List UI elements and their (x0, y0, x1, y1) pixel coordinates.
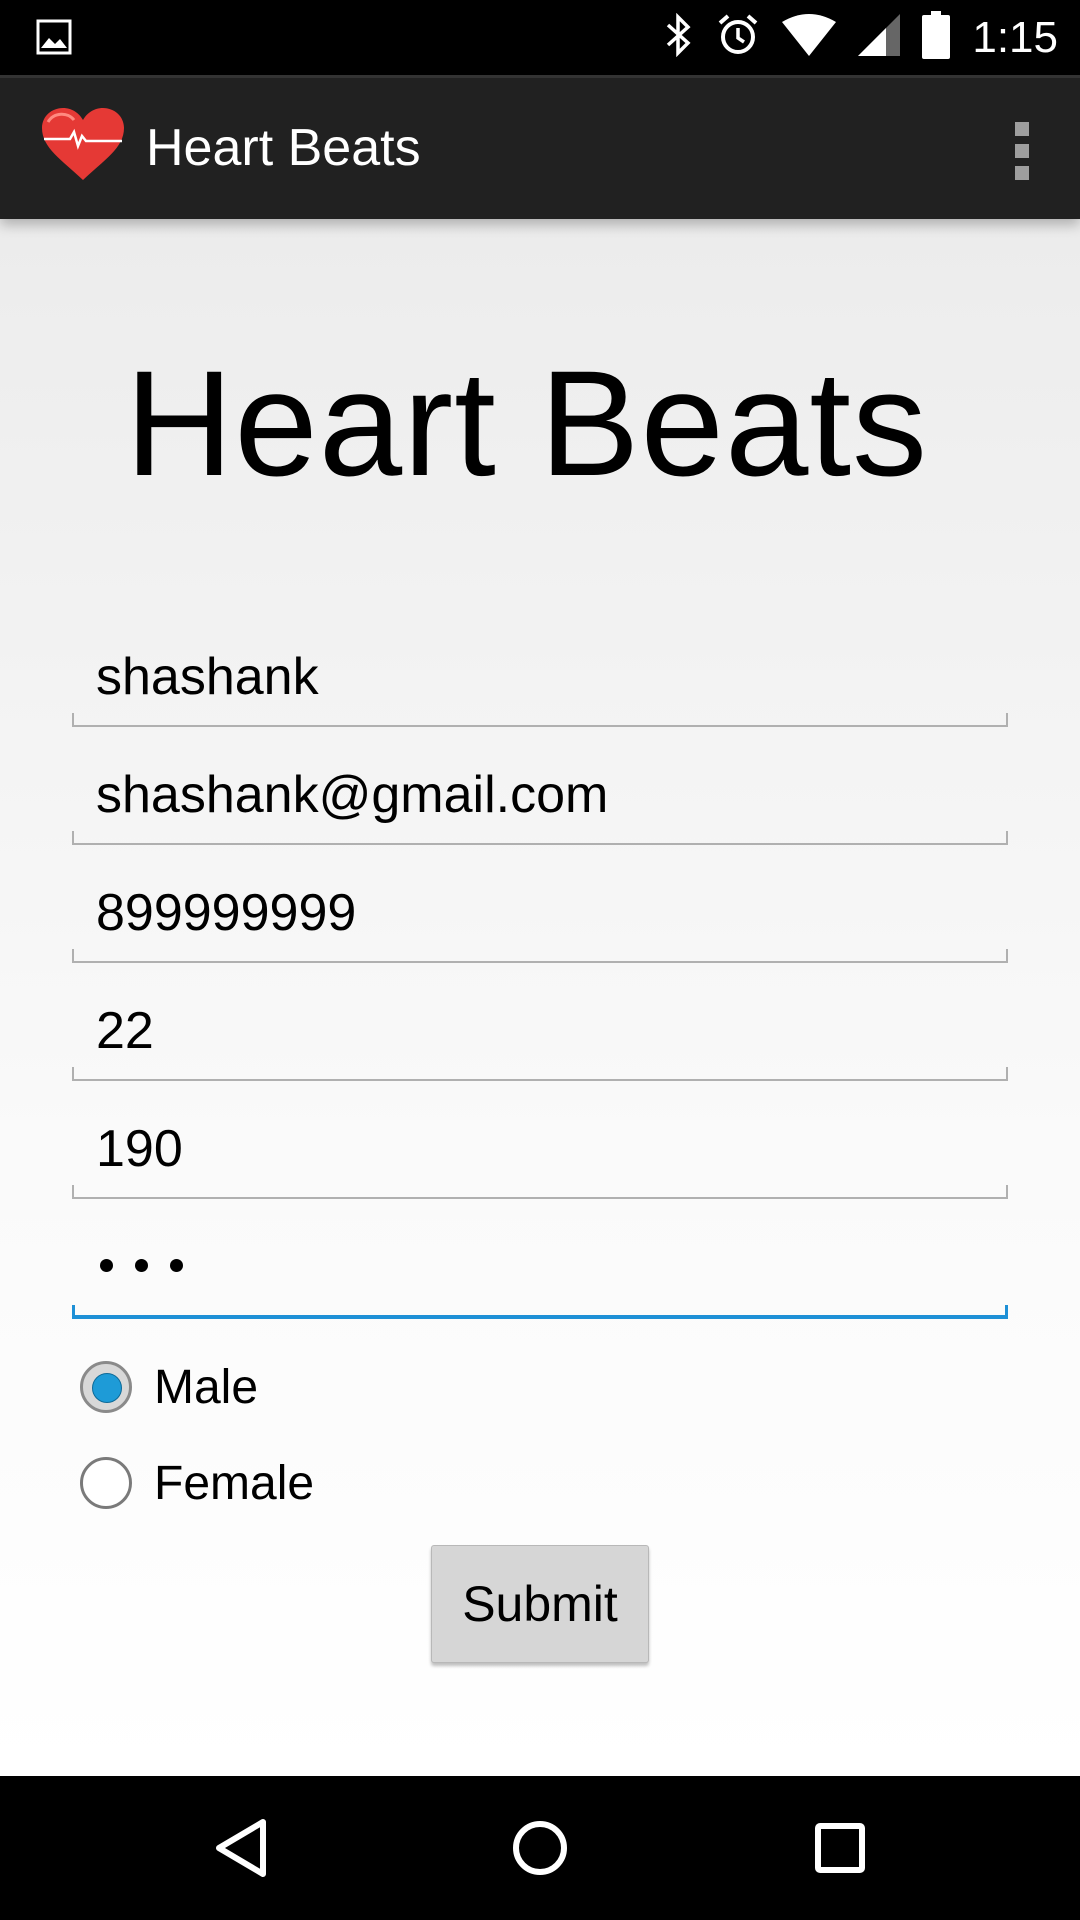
radio-female[interactable]: Female (80, 1453, 314, 1513)
alarm-icon (716, 13, 760, 62)
age-field-value: 22 (96, 1002, 154, 1060)
page-heading: Heart Beats (125, 339, 929, 507)
image-notification-icon (36, 19, 72, 60)
radio-male[interactable]: Male (80, 1357, 258, 1417)
email-field-value: shashank@gmail.com (96, 766, 609, 824)
navigation-bar (0, 1776, 1080, 1920)
phone-field-value: 899999999 (96, 884, 357, 942)
phone-field[interactable]: 899999999 (72, 863, 1008, 963)
bluetooth-icon (664, 12, 694, 62)
email-field[interactable]: shashank@gmail.com (72, 745, 1008, 845)
heart-pulse-icon (42, 108, 124, 187)
recents-icon[interactable] (804, 1812, 876, 1884)
radio-label-male: Male (154, 1360, 259, 1414)
status-time: 1:15 (972, 12, 1058, 62)
form-content: Heart Beats shashank shashank@gmail.com … (0, 219, 1080, 1776)
password-dot (100, 1259, 113, 1272)
signal-icon (858, 14, 901, 61)
name-field[interactable]: shashank (72, 627, 1008, 727)
app-title: Heart Beats (146, 119, 421, 177)
radio-button-male[interactable] (80, 1361, 132, 1413)
password-mask (100, 1259, 183, 1272)
age-field[interactable]: 22 (72, 981, 1008, 1081)
radio-label-female: Female (154, 1456, 315, 1510)
action-bar: Heart Beats (0, 75, 1080, 219)
back-icon[interactable] (205, 1812, 277, 1884)
name-field-value: shashank (96, 648, 319, 706)
battery-icon (922, 11, 951, 64)
radio-button-female[interactable] (80, 1457, 132, 1509)
home-icon[interactable] (504, 1812, 576, 1884)
submit-button[interactable]: Submit (431, 1545, 649, 1663)
password-field[interactable] (72, 1219, 1008, 1319)
height-field-value: 190 (96, 1120, 183, 1178)
password-dot (135, 1259, 148, 1272)
height-field[interactable]: 190 (72, 1099, 1008, 1199)
password-dot (170, 1259, 183, 1272)
status-bar: 1:15 (0, 0, 1080, 75)
overflow-menu-icon[interactable] (1002, 116, 1042, 186)
wifi-icon (782, 14, 837, 61)
